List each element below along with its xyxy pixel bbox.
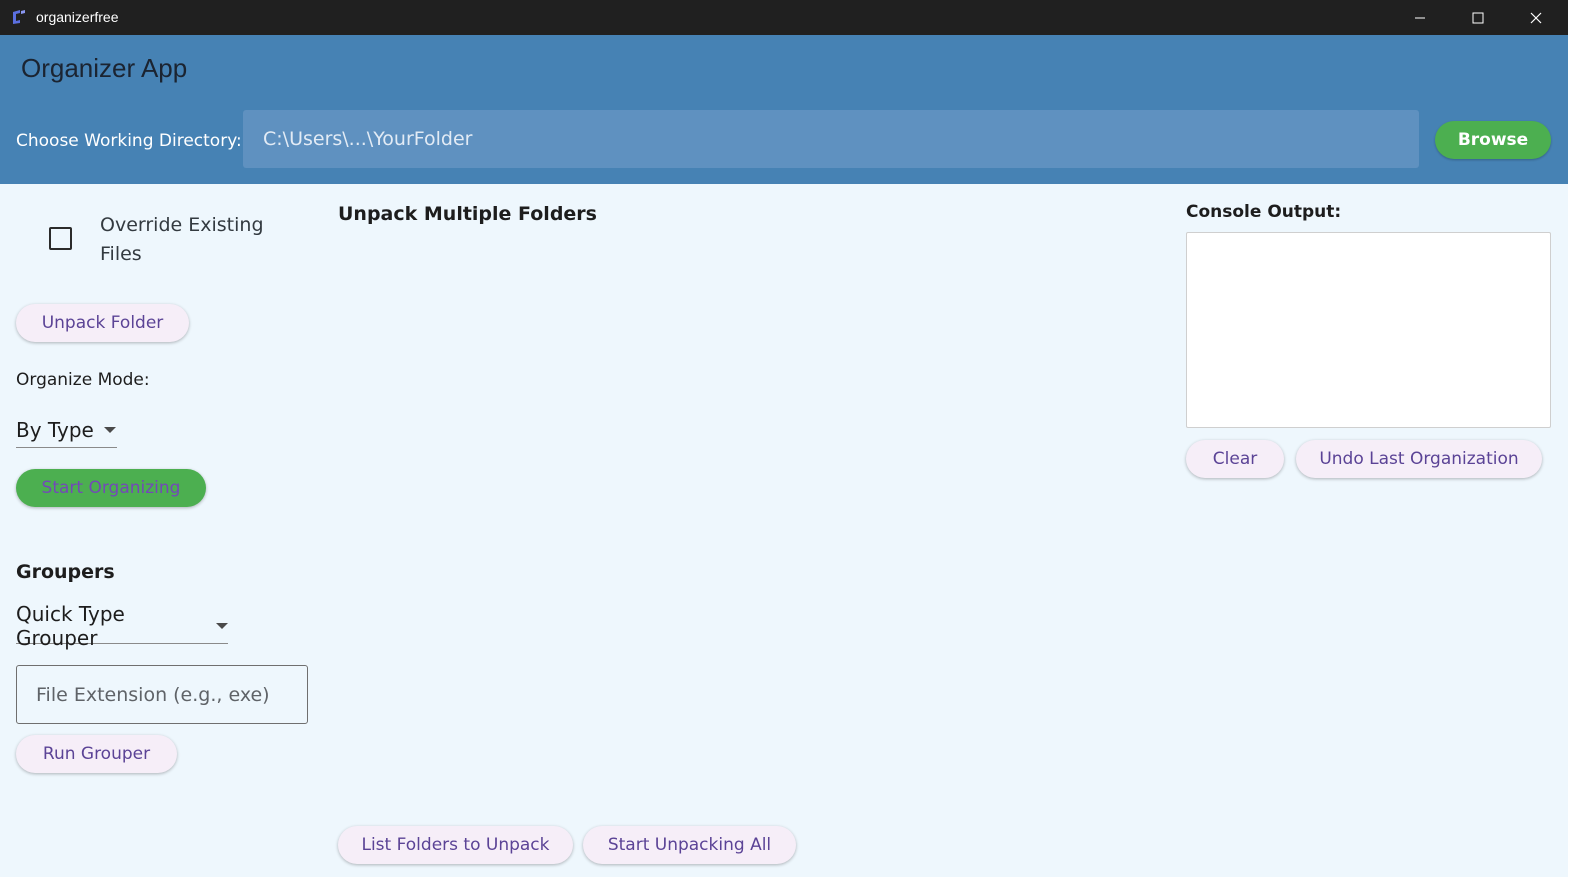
app-header: Organizer App Choose Working Directory: … [0, 35, 1568, 184]
unpack-folder-button[interactable]: Unpack Folder [16, 304, 189, 342]
directory-label: Choose Working Directory: [16, 131, 242, 151]
maximize-icon [1472, 12, 1484, 23]
window-title: organizerfree [36, 9, 119, 25]
override-checkbox[interactable] [49, 227, 72, 250]
directory-input[interactable] [243, 110, 1419, 168]
title-bar: organizerfree [0, 0, 1568, 35]
file-extension-input[interactable] [16, 665, 308, 724]
clear-button[interactable]: Clear [1186, 440, 1284, 478]
organize-mode-dropdown[interactable]: By Type [16, 412, 117, 448]
minimize-icon [1415, 17, 1425, 18]
organize-mode-value: By Type [16, 417, 94, 442]
groupers-title: Groupers [16, 561, 115, 583]
list-folders-button[interactable]: List Folders to Unpack [338, 826, 573, 864]
grouper-value: Quick Type Grouper [16, 601, 125, 650]
maximize-button[interactable] [1449, 0, 1507, 35]
console-output-label: Console Output: [1186, 202, 1342, 222]
organize-mode-label: Organize Mode: [16, 370, 150, 390]
app-title: Organizer App [21, 53, 188, 83]
browse-button[interactable]: Browse [1435, 121, 1551, 159]
override-label: Override Existing Files [100, 214, 264, 265]
app-icon [12, 9, 26, 25]
start-organizing-button[interactable]: Start Organizing [16, 469, 206, 507]
close-button[interactable] [1507, 0, 1565, 35]
console-output[interactable] [1186, 232, 1551, 428]
start-unpacking-button[interactable]: Start Unpacking All [583, 826, 796, 864]
chevron-down-icon [103, 426, 116, 433]
run-grouper-button[interactable]: Run Grouper [16, 735, 177, 773]
minimize-button[interactable] [1391, 0, 1449, 35]
chevron-down-icon [216, 622, 228, 629]
grouper-dropdown[interactable]: Quick Type Grouper [16, 602, 228, 650]
app-window: organizerfree Organizer App Choose Worki… [0, 0, 1568, 877]
unpack-multiple-title: Unpack Multiple Folders [338, 203, 597, 225]
undo-last-organization-button[interactable]: Undo Last Organization [1296, 440, 1542, 478]
close-icon [1530, 12, 1542, 23]
